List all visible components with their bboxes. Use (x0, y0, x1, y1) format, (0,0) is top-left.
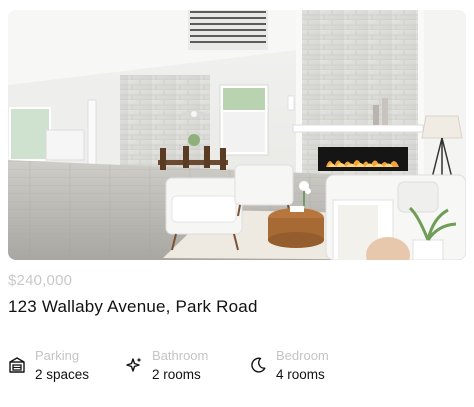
feature-label: Bathroom (152, 348, 209, 363)
feature-label: Parking (35, 348, 80, 363)
building-icon (8, 356, 26, 374)
feature-value: 4 rooms (276, 367, 325, 382)
listing-price: $240,000 (8, 272, 73, 289)
property-features: Parking 2 spaces Bathroom 2 rooms Bedroo… (8, 348, 466, 388)
feature-label: Bedroom (276, 348, 329, 363)
feature-value: 2 rooms (152, 367, 201, 382)
listing-address[interactable]: 123 Wallaby Avenue, Park Road (8, 297, 258, 317)
property-card[interactable]: $240,000 123 Wallaby Avenue, Park Road P… (0, 0, 474, 407)
sparkle-icon (125, 356, 143, 374)
moon-icon (249, 356, 267, 374)
living-room-image (8, 10, 466, 260)
property-photo[interactable] (8, 10, 466, 260)
feature-value: 2 spaces (35, 367, 90, 382)
